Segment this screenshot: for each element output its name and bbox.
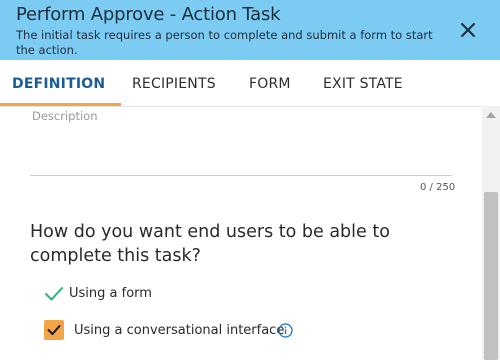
scroll-up-arrow-icon[interactable] <box>486 112 496 118</box>
option-label: Using a conversational interface <box>74 323 285 338</box>
dialog-title: Perform Approve - Action Task <box>16 4 281 25</box>
green-check-icon <box>44 286 64 302</box>
description-label: Description <box>32 109 98 123</box>
completion-question: How do you want end users to be able to … <box>30 222 390 266</box>
close-icon[interactable] <box>456 18 480 42</box>
scrollbar-thumb[interactable] <box>484 192 498 360</box>
tab-form[interactable]: FORM <box>249 76 291 92</box>
dialog-subtitle: The initial task requires a person to co… <box>16 28 433 57</box>
tab-exit-state[interactable]: EXIT STATE <box>323 76 403 92</box>
description-char-count: 0 / 250 <box>420 182 456 193</box>
definition-panel: Description 0 / 250 How do you want end … <box>0 106 482 360</box>
description-input-underline[interactable] <box>30 175 452 176</box>
conversational-interface-checkbox[interactable] <box>44 320 64 340</box>
tab-bar: DEFINITION RECIPIENTS FORM EXIT STATE <box>0 60 500 107</box>
tab-recipients[interactable]: RECIPIENTS <box>132 76 216 92</box>
option-label: Using a form <box>69 286 152 301</box>
info-icon[interactable] <box>278 323 293 338</box>
dialog-header: Perform Approve - Action Task The initia… <box>0 0 500 60</box>
tab-definition[interactable]: DEFINITION <box>12 76 105 92</box>
